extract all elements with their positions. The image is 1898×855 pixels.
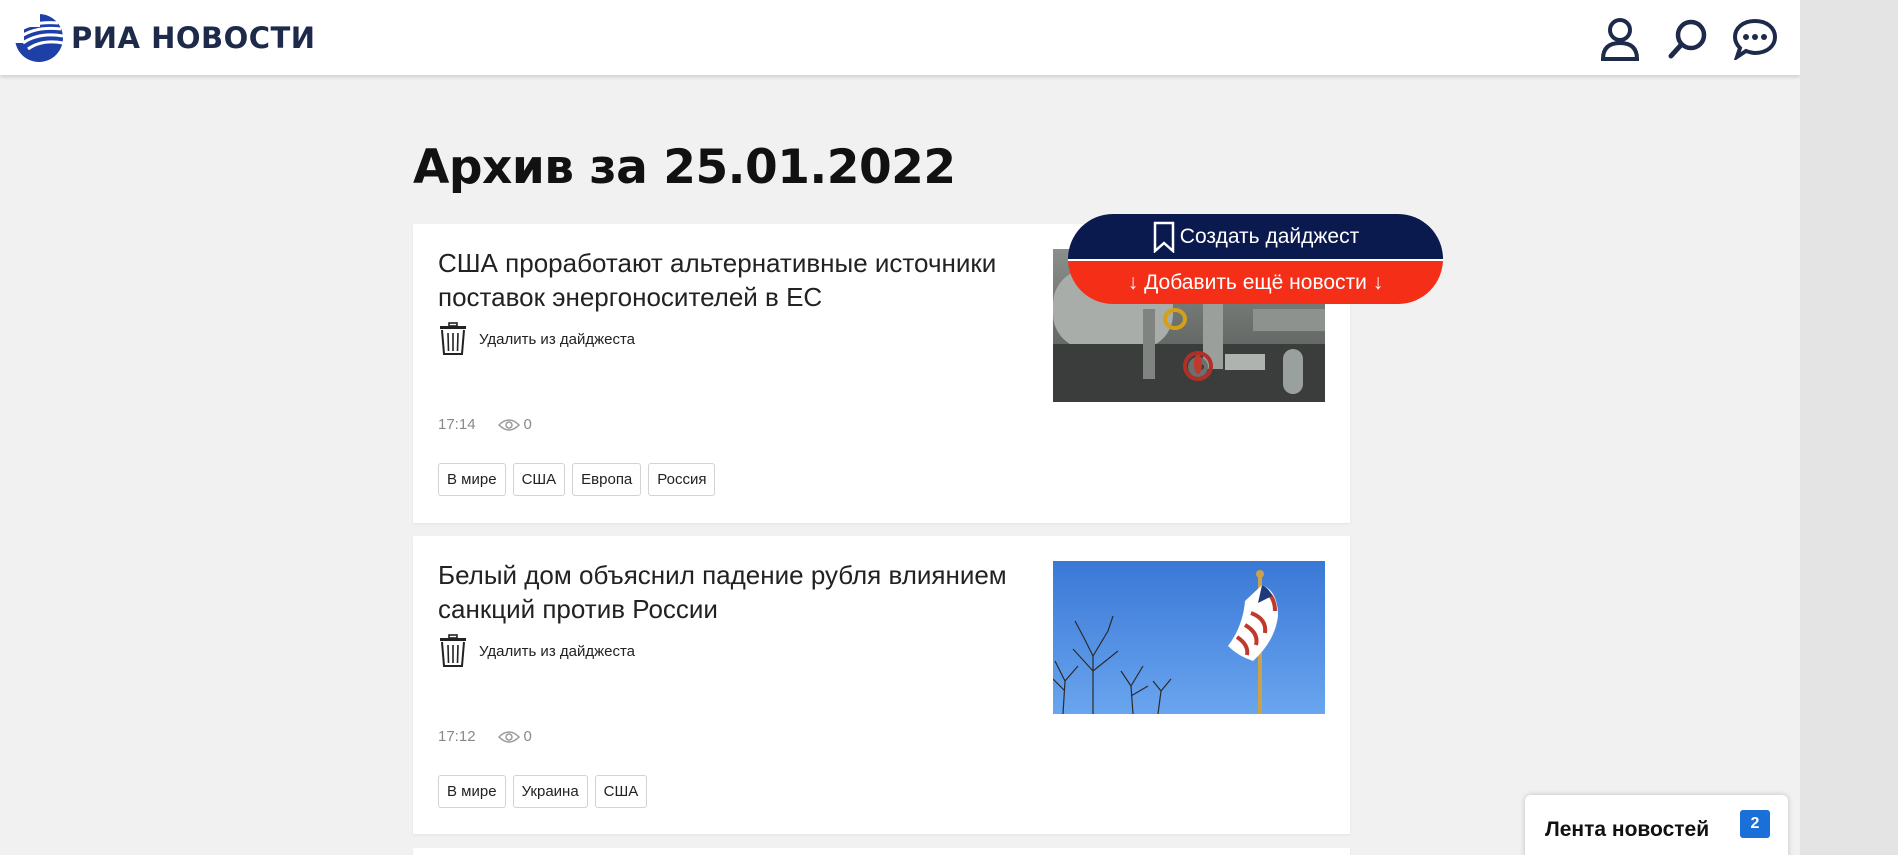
- tag[interactable]: В мире: [438, 775, 506, 808]
- tag[interactable]: США: [594, 775, 648, 808]
- remove-from-digest-button[interactable]: Удалить из дайджеста: [438, 322, 635, 356]
- article-tags: В мире Украина США: [438, 775, 654, 808]
- news-feed-tab[interactable]: Лента новостей 2: [1525, 795, 1788, 855]
- remove-from-digest-button[interactable]: Удалить из дайджеста: [438, 634, 635, 668]
- remove-from-digest-label: Удалить из дайджеста: [479, 642, 636, 660]
- create-digest-label: Создать дайджест: [1179, 224, 1360, 248]
- tag[interactable]: Европа: [572, 463, 642, 496]
- tag[interactable]: Россия: [648, 463, 716, 496]
- search-icon[interactable]: [1665, 16, 1711, 62]
- tag[interactable]: США: [512, 463, 566, 496]
- article-tags: В мире США Европа Россия: [438, 463, 722, 496]
- article-meta: 17:12 0: [438, 728, 532, 745]
- remove-from-digest-label: Удалить из дайджеста: [479, 330, 636, 348]
- digest-panel: Создать дайджест ↓ Добавить ещё новости …: [1068, 214, 1443, 304]
- views-count: 0: [523, 728, 532, 745]
- logo-text: РИА НОВОСТИ: [71, 21, 316, 55]
- trash-icon: [440, 322, 466, 355]
- scrollbar[interactable]: [1800, 0, 1898, 855]
- site-header: РИА НОВОСТИ: [0, 0, 1800, 75]
- news-feed-count-badge: 2: [1740, 810, 1770, 838]
- article-title[interactable]: США проработают альтернативные источники…: [438, 246, 1028, 314]
- trash-icon: [440, 634, 466, 667]
- article-meta: 17:14 0: [438, 416, 532, 433]
- bookmark-icon: [1153, 221, 1175, 253]
- views-counter: 0: [497, 416, 532, 433]
- article-card: Белый дом объяснил падение рубля влияние…: [413, 536, 1350, 834]
- page-title: Архив за 25.01.2022: [413, 140, 956, 195]
- views-counter: 0: [497, 728, 532, 745]
- article-card: [413, 848, 1350, 855]
- article-image-us-flag[interactable]: [1053, 561, 1325, 714]
- chat-icon[interactable]: [1732, 16, 1778, 62]
- news-feed-label: Лента новостей: [1545, 818, 1710, 841]
- views-count: 0: [523, 416, 532, 433]
- page: РИА НОВОСТИ Архив за 25.01.2022 США прор…: [0, 0, 1800, 855]
- eye-icon: [497, 418, 520, 431]
- user-icon[interactable]: [1597, 16, 1643, 62]
- article-time: 17:14: [438, 416, 476, 433]
- article-title[interactable]: Белый дом объяснил падение рубля влияние…: [438, 558, 1028, 626]
- ria-logo-icon: [14, 13, 64, 62]
- create-digest-button[interactable]: Создать дайджест: [1068, 214, 1443, 259]
- article-time: 17:12: [438, 728, 476, 745]
- logo-link[interactable]: РИА НОВОСТИ: [14, 12, 316, 64]
- tag[interactable]: В мире: [438, 463, 506, 496]
- add-more-news-button[interactable]: ↓ Добавить ещё новости ↓: [1068, 261, 1443, 304]
- eye-icon: [497, 730, 520, 743]
- tag[interactable]: Украина: [512, 775, 588, 808]
